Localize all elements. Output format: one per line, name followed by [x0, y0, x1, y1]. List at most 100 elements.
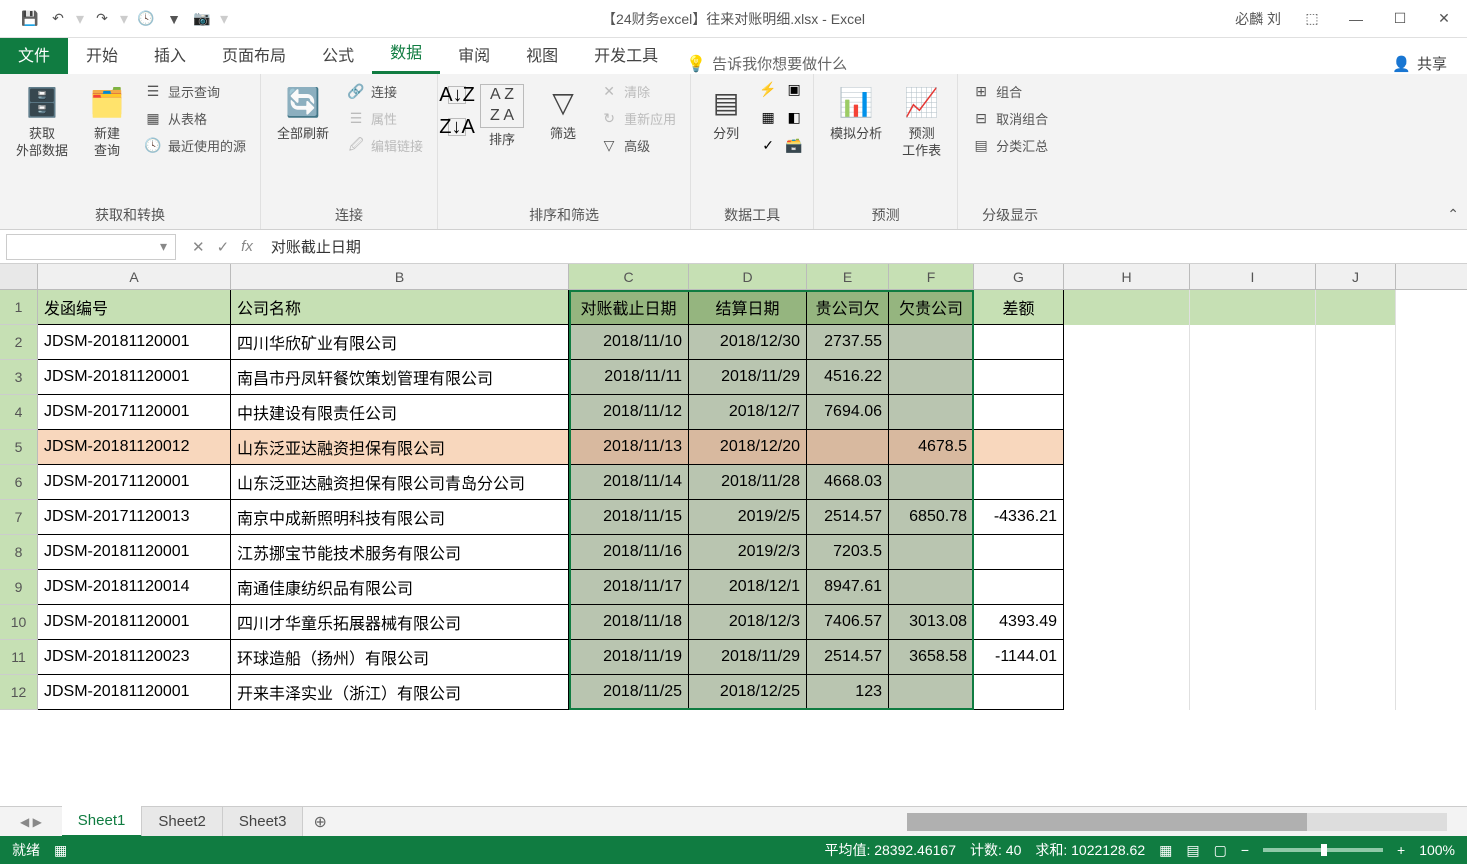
get-external-data-button[interactable]: 🗄️获取 外部数据	[10, 80, 74, 164]
cell[interactable]: 123	[807, 675, 889, 710]
cell[interactable]: 对账截止日期	[569, 290, 689, 325]
cell[interactable]: 2018/11/25	[569, 675, 689, 710]
tab-dev[interactable]: 开发工具	[576, 34, 676, 74]
col-head-F[interactable]: F	[889, 264, 974, 289]
cell[interactable]	[1316, 395, 1396, 430]
cell[interactable]: 2018/12/25	[689, 675, 807, 710]
share-button[interactable]: 👤共享	[1392, 53, 1467, 74]
cell[interactable]	[1064, 500, 1190, 535]
cell[interactable]	[1190, 605, 1316, 640]
spreadsheet-grid[interactable]: 1发函编号公司名称对账截止日期结算日期贵公司欠欠贵公司差额2JDSM-20181…	[0, 290, 1467, 710]
cell[interactable]: 2019/2/5	[689, 500, 807, 535]
col-head-A[interactable]: A	[38, 264, 231, 289]
cell[interactable]: 2018/11/16	[569, 535, 689, 570]
cell[interactable]: 2018/11/19	[569, 640, 689, 675]
add-sheet-button[interactable]: ⊕	[303, 806, 336, 838]
close-icon[interactable]: ✕	[1431, 6, 1457, 32]
cell[interactable]	[1064, 675, 1190, 710]
cell[interactable]	[1190, 360, 1316, 395]
cell[interactable]	[1316, 500, 1396, 535]
cell[interactable]	[1064, 325, 1190, 360]
sort-asc-icon[interactable]: A↓Z	[448, 86, 466, 104]
cell[interactable]	[1064, 430, 1190, 465]
cell[interactable]	[889, 675, 974, 710]
cell[interactable]	[1190, 465, 1316, 500]
cell[interactable]	[1316, 325, 1396, 360]
view-normal-icon[interactable]: ▦	[1159, 842, 1172, 859]
cell[interactable]: 南通佳康纺织品有限公司	[231, 570, 569, 605]
cell[interactable]: -1144.01	[974, 640, 1064, 675]
row-head[interactable]: 8	[0, 535, 38, 570]
row-head[interactable]: 11	[0, 640, 38, 675]
new-query-button[interactable]: 🗂️新建 查询	[82, 80, 132, 164]
cell[interactable]: 2018/11/13	[569, 430, 689, 465]
col-head-J[interactable]: J	[1316, 264, 1396, 289]
name-box[interactable]: ▾	[6, 234, 176, 260]
cell[interactable]	[889, 535, 974, 570]
cell[interactable]: 江苏挪宝节能技术服务有限公司	[231, 535, 569, 570]
cell[interactable]	[1190, 640, 1316, 675]
cell[interactable]	[974, 360, 1064, 395]
cell[interactable]: 3013.08	[889, 605, 974, 640]
select-all-corner[interactable]	[0, 264, 38, 289]
cell[interactable]	[889, 360, 974, 395]
cell[interactable]: 6850.78	[889, 500, 974, 535]
tab-insert[interactable]: 插入	[136, 34, 204, 74]
cell[interactable]: 开来丰泽实业（浙江）有限公司	[231, 675, 569, 710]
cell[interactable]	[1064, 360, 1190, 395]
cell[interactable]	[1190, 430, 1316, 465]
cell[interactable]	[807, 430, 889, 465]
tab-file[interactable]: 文件	[0, 34, 68, 74]
row-head[interactable]: 10	[0, 605, 38, 640]
cell[interactable]: 山东泛亚达融资担保有限公司	[231, 430, 569, 465]
col-head-G[interactable]: G	[974, 264, 1064, 289]
relationships-icon[interactable]: ◧	[785, 108, 803, 126]
cell[interactable]	[974, 465, 1064, 500]
cell[interactable]: 发函编号	[38, 290, 231, 325]
cell[interactable]: 7406.57	[807, 605, 889, 640]
cell[interactable]	[1064, 465, 1190, 500]
cell[interactable]	[974, 430, 1064, 465]
cell[interactable]	[1316, 290, 1396, 325]
validation-icon[interactable]: ✓	[759, 136, 777, 154]
flash-fill-icon[interactable]: ⚡	[759, 80, 777, 98]
redo-icon[interactable]: ↷	[92, 9, 112, 29]
forecast-button[interactable]: 📈预测 工作表	[896, 80, 947, 164]
cell[interactable]	[889, 570, 974, 605]
cell[interactable]	[1316, 675, 1396, 710]
view-layout-icon[interactable]: ▤	[1186, 842, 1199, 859]
cell[interactable]	[974, 675, 1064, 710]
cell[interactable]: JDSM-20181120001	[38, 535, 231, 570]
cell[interactable]	[1316, 535, 1396, 570]
row-head[interactable]: 12	[0, 675, 38, 710]
row-head[interactable]: 2	[0, 325, 38, 360]
ungroup-button[interactable]: ⊟取消组合	[968, 107, 1052, 130]
confirm-icon[interactable]: ✓	[217, 238, 230, 256]
cell[interactable]	[1190, 325, 1316, 360]
advanced-button[interactable]: ▽高级	[596, 134, 680, 157]
cell[interactable]: 2018/12/20	[689, 430, 807, 465]
qat-menu[interactable]: ▾	[220, 9, 228, 29]
cell[interactable]: 2018/11/11	[569, 360, 689, 395]
name-box-dropdown-icon[interactable]: ▾	[160, 238, 167, 255]
cell[interactable]: 2018/11/15	[569, 500, 689, 535]
what-if-button[interactable]: 📊模拟分析	[824, 80, 888, 147]
cell[interactable]: 2018/11/10	[569, 325, 689, 360]
cell[interactable]: 结算日期	[689, 290, 807, 325]
col-head-B[interactable]: B	[231, 264, 569, 289]
cell[interactable]: 四川才华童乐拓展器械有限公司	[231, 605, 569, 640]
tab-view[interactable]: 视图	[508, 34, 576, 74]
tab-layout[interactable]: 页面布局	[204, 34, 304, 74]
cell[interactable]	[1190, 675, 1316, 710]
cell[interactable]	[1190, 535, 1316, 570]
sort-desc-icon[interactable]: Z↓A	[448, 118, 466, 136]
cell[interactable]: 2018/11/18	[569, 605, 689, 640]
save-icon[interactable]: 💾	[20, 9, 40, 29]
cell[interactable]: 2514.57	[807, 640, 889, 675]
row-head[interactable]: 6	[0, 465, 38, 500]
cell[interactable]: 2018/11/12	[569, 395, 689, 430]
cell[interactable]	[1316, 465, 1396, 500]
macro-icon[interactable]: ▦	[54, 842, 67, 859]
cell[interactable]	[889, 325, 974, 360]
cell[interactable]	[974, 570, 1064, 605]
